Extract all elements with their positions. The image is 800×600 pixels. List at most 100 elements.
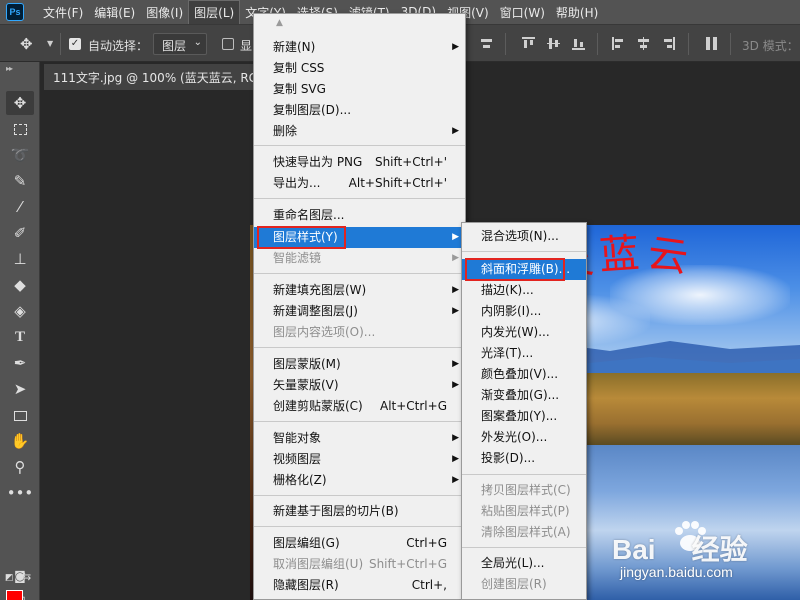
auto-select-target-value: 图层 (162, 39, 187, 53)
submenu-arrow-icon: ▶ (452, 306, 459, 316)
submenu-arrow-icon: ▶ (452, 359, 459, 369)
menu-separator (254, 421, 465, 422)
menu-separator (254, 495, 465, 496)
menu-item-create-clipping-mask[interactable]: 创建剪贴蒙版(C) Alt+Ctrl+G (254, 396, 465, 417)
panel-grip-icon[interactable]: ▸▸ (6, 64, 13, 73)
show-transform-checkbox[interactable] (222, 38, 234, 50)
divider (60, 33, 61, 55)
menu-item-vector-mask[interactable]: 矢量蒙版(V) ▶ (254, 375, 465, 396)
menu-item-new[interactable]: 新建(N) ▶ (254, 37, 465, 58)
menu-item-new-fill-layer[interactable]: 新建填充图层(W) ▶ (254, 280, 465, 301)
divider (730, 33, 731, 55)
menu-item-copy-layer-style[interactable]: 拷贝图层样式(C) (462, 480, 586, 501)
menu-item-layer-mask[interactable]: 图层蒙版(M) ▶ (254, 354, 465, 375)
menu-item-copy-css[interactable]: 复制 CSS (254, 58, 465, 79)
submenu-arrow-icon: ▶ (452, 253, 459, 263)
pen-tool-icon[interactable]: ✒ (6, 351, 34, 375)
menu-item-drop-shadow[interactable]: 投影(D)... (462, 448, 586, 469)
move-tool-icon[interactable]: ✥ (6, 91, 34, 115)
submenu-arrow-icon: ▶ (452, 475, 459, 485)
layer-menu: ▲ 新建(N) ▶ 复制 CSS 复制 SVG 复制图层(D)... 删除 ▶ 快速… (253, 13, 466, 600)
menu-item-quick-export-png[interactable]: 快速导出为 PNG Shift+Ctrl+' (254, 152, 465, 173)
move-tool-preset-icon[interactable]: ✥ (20, 35, 33, 53)
menu-item-global-light[interactable]: 全局光(L)... (462, 553, 586, 574)
auto-select-label: 自动选择： (88, 39, 149, 53)
distribute-icon[interactable] (705, 37, 718, 50)
menu-item-pattern-overlay[interactable]: 图案叠加(Y)... (462, 406, 586, 427)
chevron-down-icon[interactable]: ▼ (47, 39, 53, 48)
scroll-up-icon[interactable]: ▲ (276, 18, 283, 28)
divider (688, 33, 689, 55)
path-select-tool-icon[interactable]: ➤ (6, 377, 34, 401)
menu-separator (254, 273, 465, 274)
type-tool-icon[interactable]: T (6, 325, 34, 349)
eyedropper-tool-icon[interactable]: ⁄ (6, 195, 34, 219)
menu-separator (462, 251, 586, 252)
document-tab[interactable]: 111文字.jpg @ 100% (蓝天蓝云, RGB/8#) * (44, 64, 264, 90)
menu-item-create-layer[interactable]: 创建图层(R) (462, 574, 586, 595)
submenu-arrow-icon: ▶ (452, 285, 459, 295)
marquee-tool-icon[interactable] (6, 117, 34, 141)
menu-file[interactable]: 文件(F) (38, 1, 88, 24)
menu-item-blending-options[interactable]: 混合选项(N)... (462, 226, 586, 247)
menu-item-duplicate-layer[interactable]: 复制图层(D)... (254, 100, 465, 121)
paint-bucket-tool-icon[interactable]: ◈ (6, 299, 34, 323)
menu-item-export-as[interactable]: 导出为... Alt+Shift+Ctrl+' (254, 173, 465, 194)
align-middle-icon[interactable] (547, 37, 560, 50)
tools-panel: ▸▸ ✥ ➰ ✎ ⁄ ✐ ⊥ ◆ ◈ T ✒ ➤ ✋ ⚲ ••• ◩ ⇆ ◙ ▭ (0, 62, 40, 600)
rectangle-tool-icon[interactable] (6, 403, 34, 427)
auto-select-checkbox[interactable]: ✓ (69, 38, 81, 50)
menu-help[interactable]: 帮助(H) (551, 1, 603, 24)
menu-item-rasterize[interactable]: 栅格化(Z) ▶ (254, 470, 465, 491)
hand-tool-icon[interactable]: ✋ (6, 429, 34, 453)
align-left-icon[interactable] (612, 37, 625, 50)
submenu-arrow-icon: ▶ (452, 454, 459, 464)
submenu-arrow-icon: ▶ (452, 42, 459, 52)
menu-item-outer-glow[interactable]: 外发光(O)... (462, 427, 586, 448)
menu-item-group-layers[interactable]: 图层编组(G) Ctrl+G (254, 533, 465, 554)
menu-item-clear-layer-style[interactable]: 清除图层样式(A) (462, 522, 586, 543)
menu-item-layer-style[interactable]: 图层样式(Y) ▶ (254, 227, 465, 248)
menu-separator (462, 474, 586, 475)
quick-select-tool-icon[interactable]: ✎ (6, 169, 34, 193)
align-top-icon[interactable] (522, 37, 535, 50)
menu-item-video-layer[interactable]: 视频图层 ▶ (254, 449, 465, 470)
align-icon[interactable] (480, 37, 493, 50)
menu-item-bevel-emboss[interactable]: 斜面和浮雕(B)... (462, 259, 586, 280)
menu-item-hide-layers[interactable]: 隐藏图层(R) Ctrl+, (254, 575, 465, 596)
menu-item-smart-object[interactable]: 智能对象 ▶ (254, 428, 465, 449)
watermark-logo-left: Bai (612, 534, 656, 565)
stamp-tool-icon[interactable]: ⊥ (6, 247, 34, 271)
menu-item-smart-filter[interactable]: 智能滤镜 ▶ (254, 248, 465, 269)
menu-item-inner-glow[interactable]: 内发光(W)... (462, 322, 586, 343)
align-bottom-icon[interactable] (572, 37, 585, 50)
foreground-color-swatch[interactable] (6, 590, 23, 600)
menu-edit[interactable]: 编辑(E) (89, 1, 140, 24)
more-tools-icon[interactable]: ••• (6, 481, 34, 505)
brush-tool-icon[interactable]: ✐ (6, 221, 34, 245)
menu-item-stroke[interactable]: 描边(K)... (462, 280, 586, 301)
menu-item-rename-layer[interactable]: 重命名图层... (254, 205, 465, 226)
menu-item-color-overlay[interactable]: 颜色叠加(V)... (462, 364, 586, 385)
align-right-icon[interactable] (662, 37, 675, 50)
lasso-tool-icon[interactable]: ➰ (6, 143, 34, 167)
menu-image[interactable]: 图像(I) (141, 1, 188, 24)
menu-layer[interactable]: 图层(L) (188, 0, 241, 25)
menu-item-new-adjustment-layer[interactable]: 新建调整图层(J) ▶ (254, 301, 465, 322)
menu-item-delete[interactable]: 删除 ▶ (254, 121, 465, 142)
menu-item-paste-layer-style[interactable]: 粘贴图层样式(P) (462, 501, 586, 522)
menu-item-new-layer-based-slice[interactable]: 新建基于图层的切片(B) (254, 501, 465, 522)
menu-item-layer-content-options[interactable]: 图层内容选项(O)... (254, 322, 465, 343)
menu-window[interactable]: 窗口(W) (495, 1, 550, 24)
align-center-icon[interactable] (637, 37, 650, 50)
menu-item-inner-shadow[interactable]: 内阴影(I)... (462, 301, 586, 322)
menu-item-gradient-overlay[interactable]: 渐变叠加(G)... (462, 385, 586, 406)
menu-item-copy-svg[interactable]: 复制 SVG (254, 79, 465, 100)
quick-mask-icon[interactable]: ◙ (6, 564, 34, 588)
eraser-tool-icon[interactable]: ◆ (6, 273, 34, 297)
menu-item-satin[interactable]: 光泽(T)... (462, 343, 586, 364)
auto-select-target-dropdown[interactable]: 图层 ⌄ (153, 33, 207, 55)
menu-item-ungroup-layers[interactable]: 取消图层编组(U) Shift+Ctrl+G (254, 554, 465, 575)
zoom-tool-icon[interactable]: ⚲ (6, 455, 34, 479)
layer-style-submenu: 混合选项(N)... 斜面和浮雕(B)... 描边(K)... 内阴影(I)..… (461, 222, 587, 600)
